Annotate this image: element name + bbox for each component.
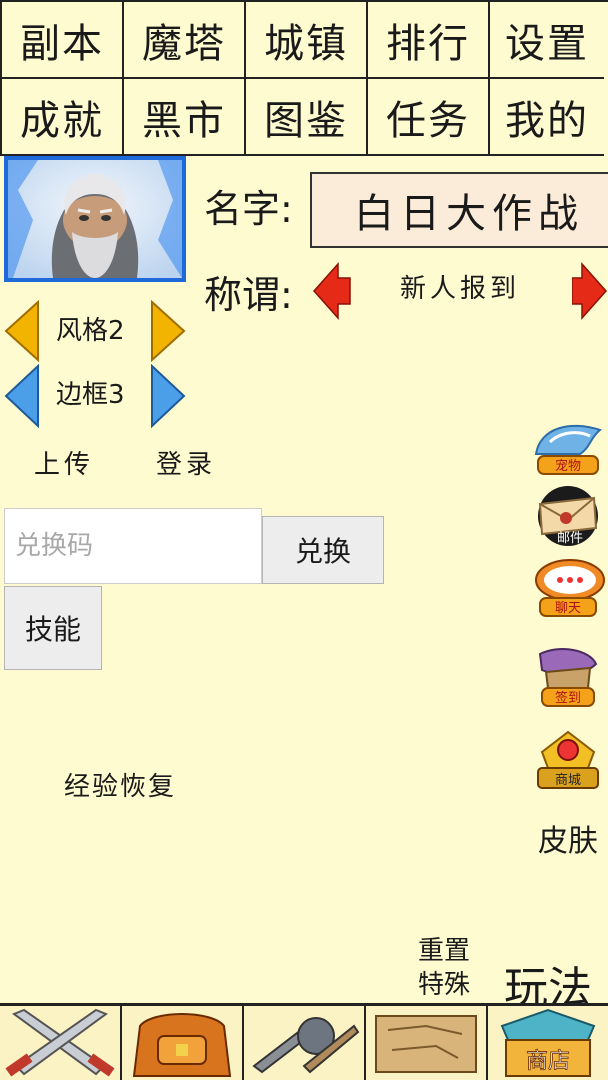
bottom-nav: 商店 [0, 1003, 608, 1080]
redeem-code-input[interactable] [4, 508, 262, 584]
reset-special-button[interactable]: 重置 特殊 [418, 934, 470, 1002]
shop-tab[interactable]: 商店 [488, 1006, 608, 1080]
svg-text:商店: 商店 [526, 1049, 570, 1074]
menu-achievements[interactable]: 成就 [2, 79, 124, 156]
map-tab[interactable] [366, 1006, 486, 1080]
menu-quests[interactable]: 任务 [368, 79, 490, 156]
name-field[interactable]: 白日大作战 [310, 172, 608, 248]
title-next-arrow-icon[interactable] [572, 262, 608, 320]
skills-button[interactable]: 技能 [4, 586, 102, 670]
shop-icon: 商店 [500, 1008, 596, 1077]
signin-button[interactable]: 签到 [530, 644, 606, 708]
svg-text:商城: 商城 [555, 773, 581, 788]
menu-mine[interactable]: 我的 [490, 79, 604, 156]
border-prev-arrow-icon[interactable] [4, 364, 40, 428]
menu-settings[interactable]: 设置 [490, 2, 604, 79]
bag-tab[interactable] [122, 1006, 242, 1080]
redeem-button[interactable]: 兑换 [262, 516, 384, 584]
menu-black-market[interactable]: 黑市 [124, 79, 246, 156]
exp-restore-button[interactable]: 经验恢复 [64, 766, 176, 803]
border-next-arrow-icon[interactable] [150, 364, 186, 428]
wizard-portrait-icon [8, 160, 182, 278]
chat-button[interactable]: 聊天 [530, 556, 606, 620]
crossed-swords-icon [5, 1008, 115, 1077]
style-prev-arrow-icon[interactable] [4, 300, 40, 362]
reset-special-line2: 特殊 [418, 970, 471, 1000]
menu-tower[interactable]: 魔塔 [124, 2, 246, 79]
svg-text:宠物: 宠物 [555, 458, 581, 474]
border-label: 边框3 [56, 380, 125, 410]
svg-text:邮件: 邮件 [557, 531, 583, 546]
top-menu: 副本 魔塔 城镇 排行 设置 成就 黑市 图鉴 任务 我的 [0, 0, 608, 156]
mall-icon: 商城 [537, 730, 599, 789]
signin-icon: 签到 [538, 648, 598, 707]
style-label: 风格2 [56, 316, 125, 346]
menu-dungeon[interactable]: 副本 [2, 2, 124, 79]
reset-special-line1: 重置 [418, 936, 471, 966]
equipment-tab[interactable] [244, 1006, 364, 1080]
style-next-arrow-icon[interactable] [150, 300, 186, 362]
avatar[interactable] [4, 156, 186, 282]
menu-codex[interactable]: 图鉴 [246, 79, 368, 156]
mail-icon: 邮件 [538, 486, 598, 546]
chat-icon: 聊天 [535, 559, 605, 617]
title-value: 新人报到 [400, 274, 521, 304]
login-button[interactable]: 登录 [156, 444, 216, 481]
menu-ranking[interactable]: 排行 [368, 2, 490, 79]
title-label: 称谓: [204, 273, 293, 317]
weapons-icon [252, 1017, 360, 1074]
skin-button[interactable]: 皮肤 [538, 816, 598, 860]
scroll-map-icon [375, 1015, 477, 1073]
svg-text:签到: 签到 [555, 690, 581, 706]
pet-button[interactable]: 宠物 [530, 414, 606, 478]
title-prev-arrow-icon[interactable] [312, 262, 352, 320]
battle-tab[interactable] [0, 1006, 120, 1080]
menu-town[interactable]: 城镇 [246, 2, 368, 79]
backpack-icon [132, 1013, 232, 1077]
upload-button[interactable]: 上传 [34, 444, 94, 481]
pet-icon: 宠物 [534, 424, 603, 475]
name-label: 名字: [204, 187, 293, 231]
mall-button[interactable]: 商城 [530, 726, 606, 790]
mail-button[interactable]: 邮件 [530, 484, 606, 548]
svg-text:聊天: 聊天 [555, 601, 581, 616]
